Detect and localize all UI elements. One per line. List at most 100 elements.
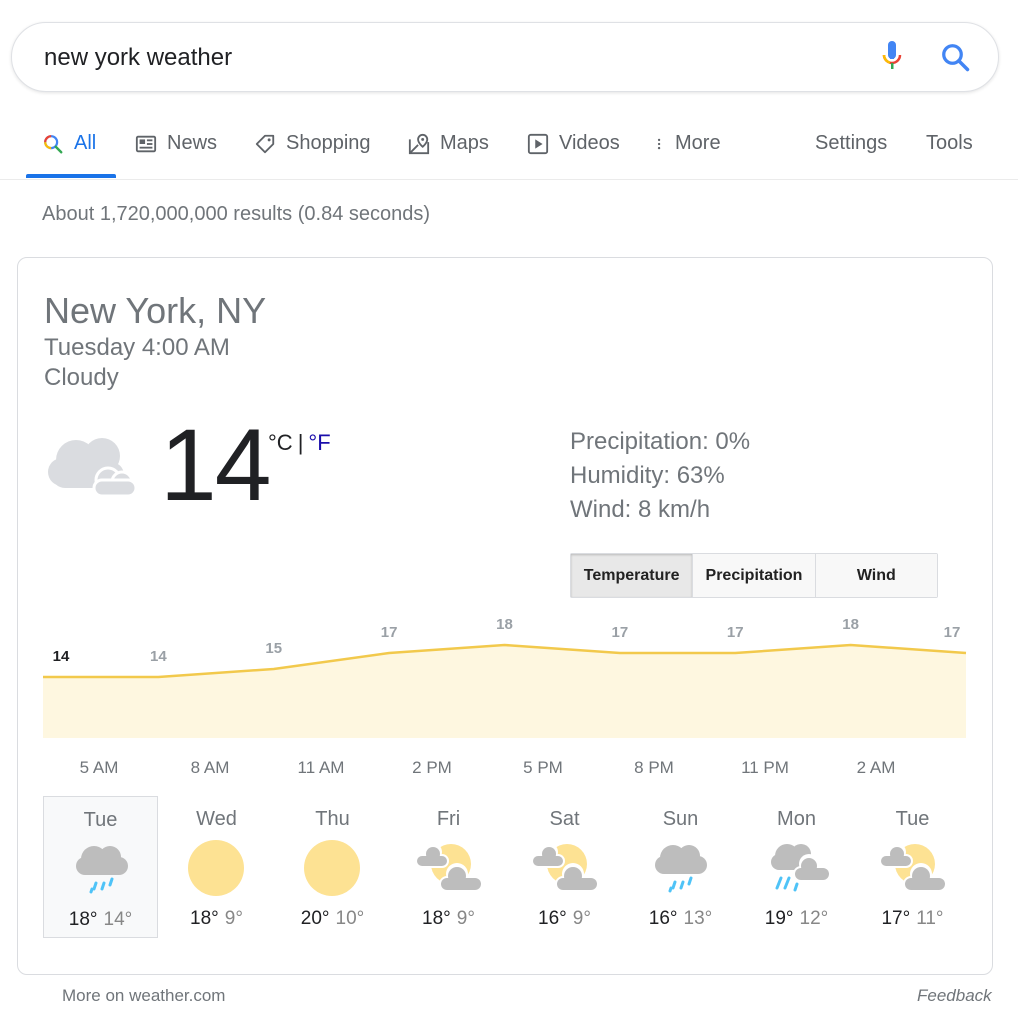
search-input[interactable] xyxy=(44,43,804,73)
low-temp: 9° xyxy=(572,908,591,929)
tools-label: Tools xyxy=(926,132,973,154)
high-temp: 16° xyxy=(538,908,567,929)
day-temps: 16° 9° xyxy=(507,908,622,930)
temperature-button[interactable]: Temperature xyxy=(571,554,694,597)
news-icon xyxy=(135,135,157,153)
tag-icon xyxy=(255,134,275,154)
tab-more-label: More xyxy=(675,132,721,154)
day-forecast-wed[interactable]: Wed 18° 9° xyxy=(159,796,274,938)
humidity-detail: Humidity: 63% xyxy=(570,462,725,489)
tools-link[interactable]: Tools xyxy=(926,122,973,180)
precipitation-detail: Precipitation: 0% xyxy=(570,428,751,455)
day-temps: 18° 14° xyxy=(44,909,157,931)
unit-celsius[interactable]: °C xyxy=(268,430,293,455)
day-name: Mon xyxy=(777,808,816,830)
tab-more[interactable]: More xyxy=(655,122,721,180)
low-temp: 12° xyxy=(799,908,829,929)
partly-cloudy-icon xyxy=(879,843,947,892)
cloudy-icon xyxy=(48,438,138,498)
tab-maps-label: Maps xyxy=(440,132,489,154)
day-name: Wed xyxy=(196,808,237,830)
weather-time: Tuesday 4:00 AM xyxy=(44,334,230,361)
result-stats: About 1,720,000,000 results (0.84 second… xyxy=(42,203,431,225)
day-forecast-tue-next[interactable]: Tue 17° 11° xyxy=(855,796,970,938)
low-temp: 11° xyxy=(916,908,944,929)
partly-cloudy-icon xyxy=(531,843,599,892)
tab-shopping-label: Shopping xyxy=(286,132,371,154)
high-temp: 18° xyxy=(190,908,219,929)
day-temps: 18° 9° xyxy=(159,908,274,930)
high-temp: 18° xyxy=(68,909,98,930)
feedback-link[interactable]: Feedback xyxy=(917,986,992,1006)
high-temp: 16° xyxy=(648,908,678,929)
tab-maps[interactable]: Maps xyxy=(408,122,489,180)
current-temperature: 14 xyxy=(160,408,271,522)
hour-label: 5 AM xyxy=(79,758,119,777)
tab-shopping[interactable]: Shopping xyxy=(254,122,371,180)
search-icon[interactable] xyxy=(940,42,970,72)
day-name: Thu xyxy=(315,808,350,830)
high-temp: 19° xyxy=(764,908,794,929)
day-forecast-sun[interactable]: Sun 16° 13° xyxy=(623,796,738,938)
search-icon xyxy=(44,135,63,154)
day-temps: 17° 11° xyxy=(855,908,970,930)
weather-condition: Cloudy xyxy=(44,364,119,391)
more-vert-icon xyxy=(657,138,661,150)
hour-label: 2 AM xyxy=(856,758,896,777)
settings-label: Settings xyxy=(815,132,888,154)
day-forecast-tue[interactable]: Tue 18° 14° xyxy=(43,796,158,938)
sun-icon xyxy=(304,840,360,896)
low-temp: 14° xyxy=(103,909,133,930)
day-temps: 20° 10° xyxy=(275,908,390,930)
precipitation-button[interactable]: Precipitation xyxy=(693,554,816,597)
partly-cloudy-icon xyxy=(415,843,483,892)
search-bar xyxy=(11,22,999,92)
unit-fahrenheit[interactable]: °F xyxy=(308,430,330,455)
hour-label: 2 PM xyxy=(412,758,452,777)
settings-link[interactable]: Settings xyxy=(815,122,887,180)
map-icon xyxy=(408,133,430,155)
weather-location: New York, NY xyxy=(44,290,267,331)
tab-news-label: News xyxy=(167,132,218,154)
rain-icon xyxy=(655,845,707,893)
day-name: Fri xyxy=(436,808,461,830)
hour-label: 11 PM xyxy=(741,758,789,777)
hour-label: 11 AM xyxy=(297,758,345,777)
hour-label: 5 PM xyxy=(523,758,563,777)
day-temps: 18° 9° xyxy=(391,908,506,930)
day-temps: 16° 13° xyxy=(623,908,738,930)
low-temp: 9° xyxy=(224,908,243,929)
hour-label: 8 AM xyxy=(190,758,230,777)
active-tab-indicator xyxy=(26,174,116,178)
high-temp: 20° xyxy=(300,908,330,929)
tab-videos-label: Videos xyxy=(559,132,620,154)
play-icon xyxy=(527,133,549,155)
day-forecast-fri[interactable]: Fri 18° 9° xyxy=(391,796,506,938)
tab-all-label: All xyxy=(74,132,97,154)
hour-label: 8 PM xyxy=(634,758,674,777)
day-forecast-sat[interactable]: Sat 16° 9° xyxy=(507,796,622,938)
unit-separator: | xyxy=(297,430,304,455)
showers-icon xyxy=(771,844,831,892)
wind-detail: Wind: 8 km/h xyxy=(570,496,711,523)
wind-button[interactable]: Wind xyxy=(815,554,937,597)
more-on-weather-link[interactable]: More on weather.com xyxy=(62,986,225,1006)
search-tabs: All News Shopping Maps Videos More Setti… xyxy=(0,122,1018,180)
unit-switcher: °C | °F xyxy=(268,430,331,456)
rain-icon xyxy=(76,846,128,894)
tab-news[interactable]: News xyxy=(135,122,217,180)
low-temp: 9° xyxy=(456,908,475,929)
tabs-divider xyxy=(0,179,1018,180)
day-forecast-mon[interactable]: Mon 19° 12° xyxy=(739,796,854,938)
day-name: Tue xyxy=(83,809,118,831)
tab-videos[interactable]: Videos xyxy=(527,122,620,180)
day-forecast-thu[interactable]: Thu 20° 10° xyxy=(275,796,390,938)
chart-toggle: Temperature Precipitation Wind xyxy=(570,553,938,598)
high-temp: 17° xyxy=(881,908,911,929)
high-temp: 18° xyxy=(422,908,451,929)
sun-icon xyxy=(188,840,244,896)
day-temps: 19° 12° xyxy=(739,908,854,930)
tab-all[interactable]: All xyxy=(42,122,96,180)
microphone-icon[interactable] xyxy=(880,40,904,74)
low-temp: 13° xyxy=(683,908,713,929)
